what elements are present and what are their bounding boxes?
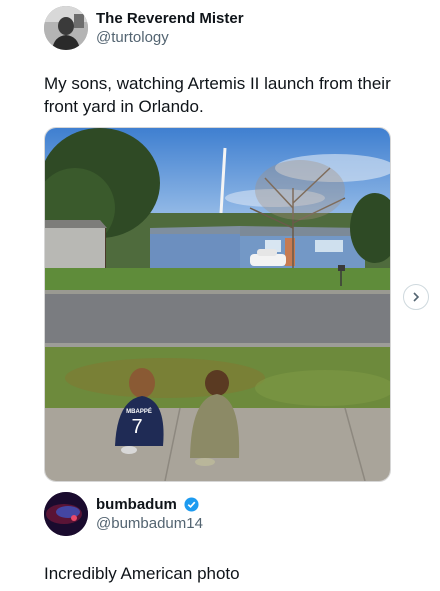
author-handle[interactable]: @turtology — [96, 28, 244, 47]
jersey-name: MBAPPÉ — [126, 407, 152, 415]
verified-badge-icon — [184, 497, 199, 512]
tweet-photo[interactable]: MBAPPÉ 7 — [44, 127, 391, 482]
jersey-number: 7 — [131, 416, 142, 438]
tweet-header: The Reverend Mister @turtology — [44, 6, 244, 50]
author-avatar[interactable] — [44, 6, 88, 50]
reply-author-handle[interactable]: @bumbadum14 — [96, 514, 203, 533]
reply-header: bumbadum @bumbadum14 — [44, 492, 203, 536]
reply-text: Incredibly American photo — [44, 564, 240, 583]
reply-author-name[interactable]: bumbadum — [96, 496, 177, 513]
next-image-button[interactable] — [403, 284, 429, 310]
author-name[interactable]: The Reverend Mister — [96, 9, 244, 28]
reply-avatar[interactable] — [44, 492, 88, 536]
chevron-right-icon — [413, 292, 420, 302]
tweet-text: My sons, watching Artemis II launch from… — [44, 74, 391, 116]
